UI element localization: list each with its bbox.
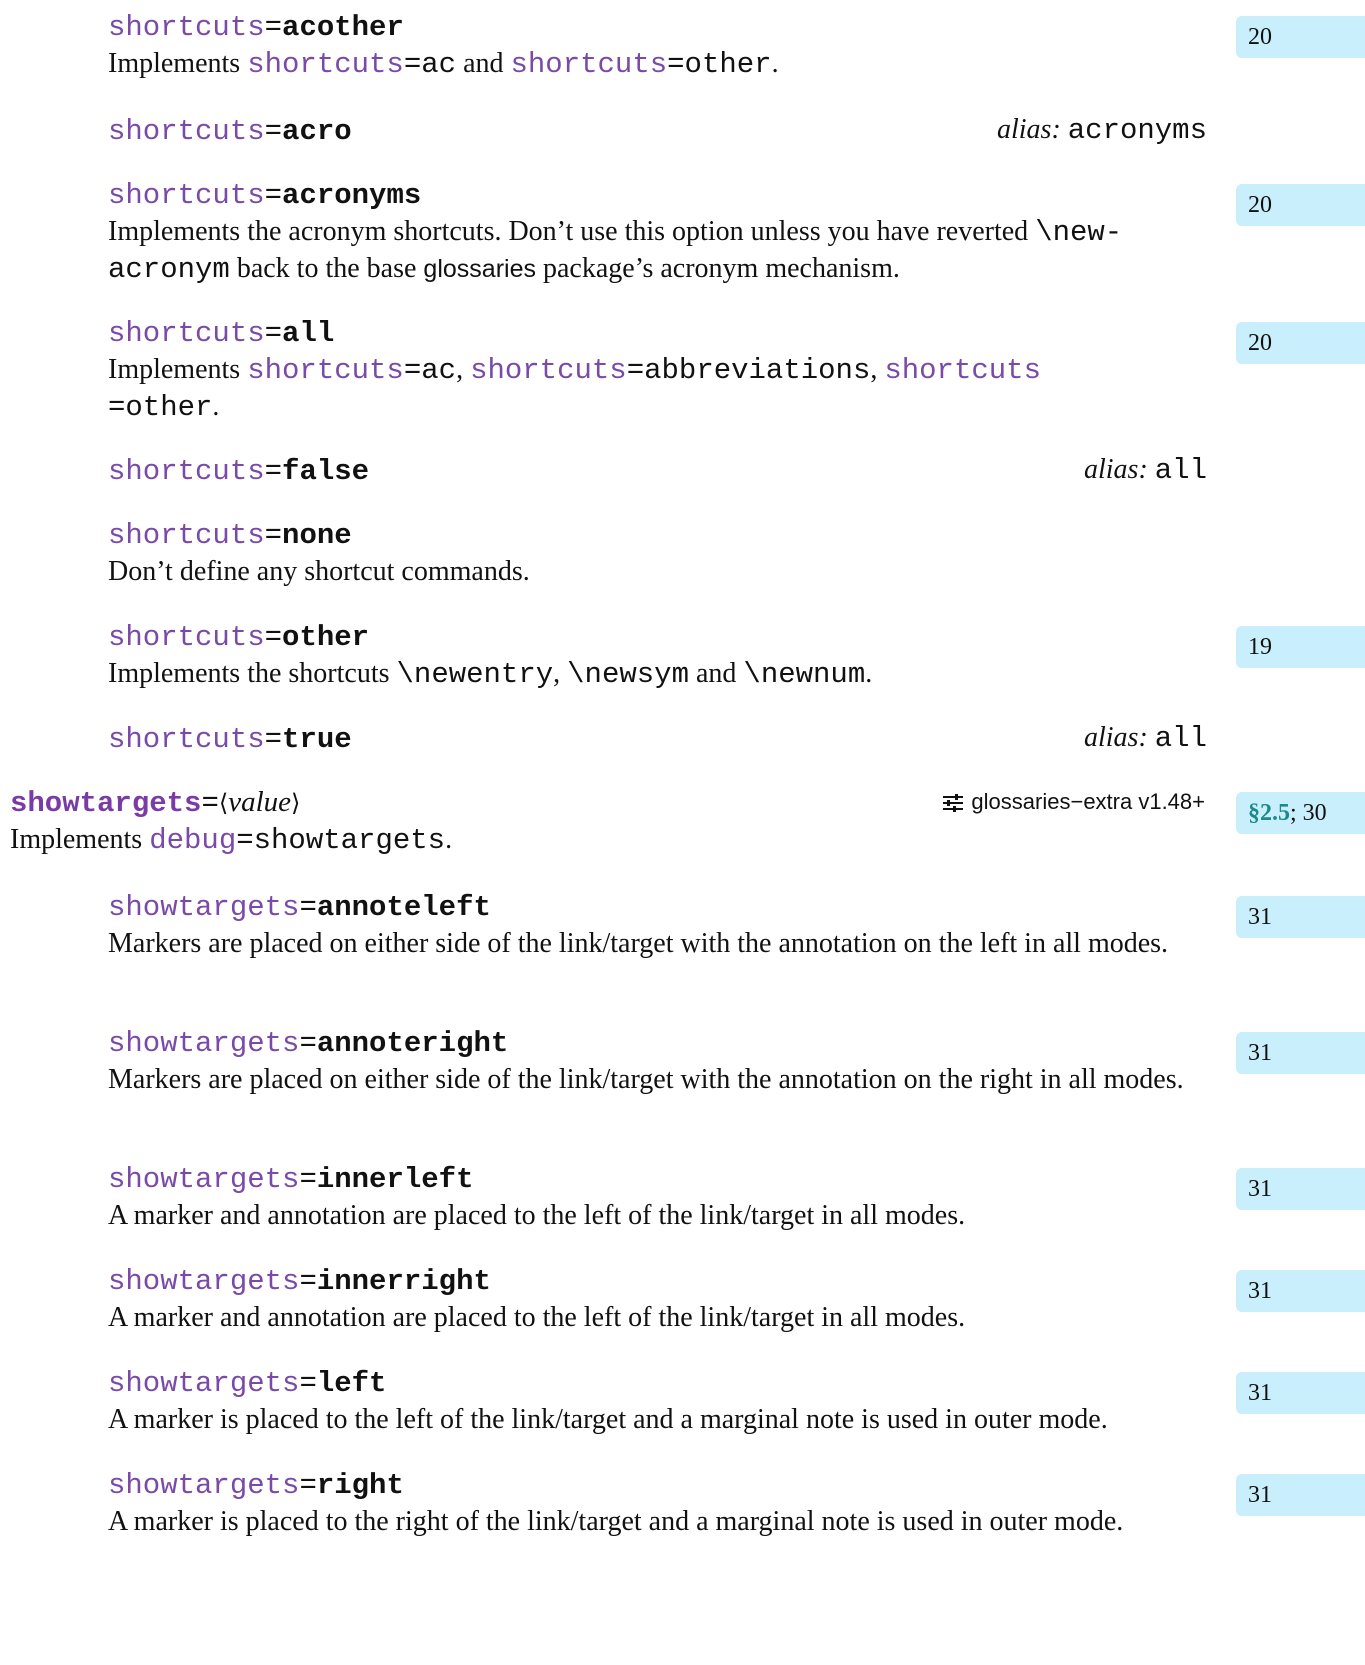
option-description: Don’t define any shortcut commands.: [108, 556, 530, 587]
option-entry-acother: shortcuts=acother Implements shortcuts=a…: [108, 8, 1208, 83]
option-link[interactable]: shortcuts: [470, 354, 627, 387]
option-value: acronyms: [282, 179, 422, 212]
section-link[interactable]: §2.5: [1248, 800, 1290, 826]
option-heading: showtargets=innerleft: [108, 1163, 474, 1196]
option-heading: shortcuts=acronyms: [108, 179, 422, 212]
option-description: Markers are placed on either side of the…: [108, 928, 1169, 959]
option-entry-all: shortcuts=all Implements shortcuts=ac, s…: [108, 314, 1208, 426]
option-heading: showtargets=right: [108, 1469, 404, 1502]
option-key[interactable]: showtargets: [108, 1265, 299, 1298]
option-heading: shortcuts=other: [108, 621, 370, 654]
option-value: other: [282, 621, 370, 654]
option-value: acro: [282, 115, 352, 148]
option-value: annoteleft: [316, 891, 491, 924]
option-heading: showtargets=annoteleft: [108, 891, 491, 924]
option-description: Implements the acronym shortcuts. Don’t …: [108, 216, 1123, 286]
page-reference[interactable]: 31: [1236, 1474, 1365, 1516]
options-sliders-icon: [943, 794, 964, 812]
option-description: Implements the shortcuts \newentry, \new…: [108, 658, 873, 691]
alias-note: alias: all: [1084, 722, 1207, 755]
document-page: shortcuts=acother Implements shortcuts=a…: [0, 0, 1365, 1665]
option-entry-innerright: showtargets=innerright A marker and anno…: [108, 1262, 1208, 1336]
page-reference[interactable]: 31: [1236, 1270, 1365, 1312]
page-reference[interactable]: 31: [1236, 1372, 1365, 1414]
option-value: innerright: [316, 1265, 491, 1298]
page-reference[interactable]: 31: [1236, 896, 1365, 938]
page-reference[interactable]: 20: [1236, 184, 1365, 226]
option-link[interactable]: shortcuts: [511, 48, 668, 81]
option-link[interactable]: debug: [149, 824, 236, 857]
option-heading: shortcuts=true: [108, 723, 352, 756]
option-key[interactable]: shortcuts: [108, 723, 265, 756]
option-heading: shortcuts=none: [108, 519, 352, 552]
option-value: right: [316, 1469, 404, 1502]
option-entry-innerleft: showtargets=innerleft A marker and annot…: [108, 1160, 1208, 1234]
option-entry-acronyms: shortcuts=acronyms Implements the acrony…: [108, 176, 1208, 288]
option-value: annoteright: [316, 1027, 509, 1060]
page-reference[interactable]: §2.5; 30: [1236, 792, 1365, 834]
option-link[interactable]: shortcuts: [247, 48, 404, 81]
option-entry-left: showtargets=left A marker is placed to t…: [108, 1364, 1208, 1438]
alias-note: alias: all: [1084, 454, 1207, 487]
option-link[interactable]: shortcuts: [884, 354, 1041, 387]
option-key[interactable]: showtargets: [108, 1163, 299, 1196]
option-heading: showtargets=annoteright: [108, 1027, 509, 1060]
option-entry-false: shortcuts=false: [108, 452, 1208, 490]
option-value: all: [282, 317, 335, 350]
option-heading: showtargets=left: [108, 1367, 387, 1400]
option-key[interactable]: shortcuts: [108, 317, 265, 350]
option-description: A marker and annotation are placed to th…: [108, 1302, 966, 1333]
option-heading: shortcuts=acother: [108, 11, 404, 44]
option-key[interactable]: shortcuts: [108, 519, 265, 552]
option-description: A marker and annotation are placed to th…: [108, 1200, 966, 1231]
option-value: false: [282, 455, 370, 488]
package-name[interactable]: glossaries: [423, 255, 536, 283]
option-key[interactable]: shortcuts: [108, 621, 265, 654]
option-description: A marker is placed to the left of the li…: [108, 1404, 1108, 1435]
option-entry-true: shortcuts=true: [108, 720, 1208, 758]
option-entry-annoteleft: showtargets=annoteleft Markers are place…: [108, 888, 1208, 962]
page-reference[interactable]: 20: [1236, 322, 1365, 364]
option-description: Implements debug=showtargets.: [10, 824, 453, 857]
option-key[interactable]: showtargets: [108, 1469, 299, 1502]
option-value: none: [282, 519, 352, 552]
option-value: left: [316, 1367, 387, 1400]
option-key[interactable]: shortcuts: [108, 179, 265, 212]
option-argument: value: [228, 786, 292, 818]
option-entry-none: shortcuts=none Don’t define any shortcut…: [108, 516, 1208, 590]
page-reference[interactable]: 19: [1236, 626, 1365, 668]
page-reference[interactable]: 20: [1236, 16, 1365, 58]
option-key[interactable]: shortcuts: [108, 11, 265, 44]
option-key[interactable]: shortcuts: [108, 455, 265, 488]
option-key[interactable]: showtargets: [108, 891, 299, 924]
package-version-note: glossaries−extra v1.48+: [943, 784, 1205, 820]
option-value: innerleft: [316, 1163, 474, 1196]
option-description: Implements shortcuts=ac and shortcuts=ot…: [108, 48, 779, 81]
option-description: Markers are placed on either side of the…: [108, 1064, 1184, 1095]
alias-note: alias: acronyms: [996, 114, 1207, 147]
option-value: true: [282, 723, 352, 756]
option-entry-other: shortcuts=other Implements the shortcuts…: [108, 618, 1208, 693]
option-key[interactable]: shortcuts: [108, 115, 265, 148]
option-description: Implements shortcuts=ac, shortcuts=abbre…: [108, 354, 1041, 424]
option-entry-right: showtargets=right A marker is placed to …: [108, 1466, 1208, 1540]
option-heading: showtargets=innerright: [108, 1265, 491, 1298]
option-entry-annoteright: showtargets=annoteright Markers are plac…: [108, 1024, 1208, 1098]
option-description: A marker is placed to the right of the l…: [108, 1506, 1124, 1537]
page-reference[interactable]: 31: [1236, 1032, 1365, 1074]
option-key[interactable]: showtargets: [10, 787, 201, 820]
option-heading: shortcuts=false: [108, 455, 370, 488]
option-value: acother: [282, 11, 404, 44]
option-key[interactable]: showtargets: [108, 1027, 299, 1060]
option-key[interactable]: showtargets: [108, 1367, 299, 1400]
option-link[interactable]: shortcuts: [247, 354, 404, 387]
page-reference[interactable]: 31: [1236, 1168, 1365, 1210]
option-heading: shortcuts=all: [108, 317, 335, 350]
